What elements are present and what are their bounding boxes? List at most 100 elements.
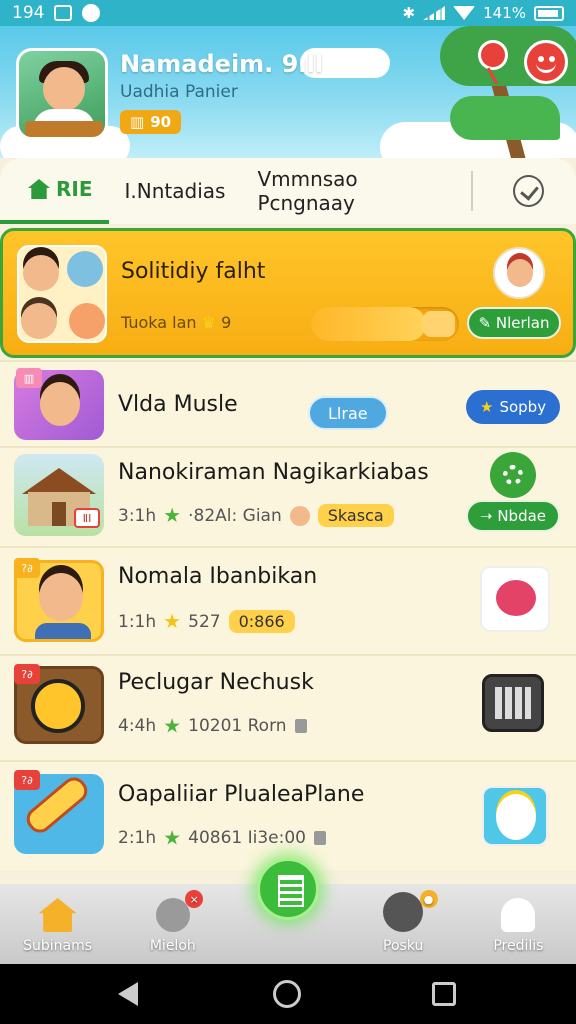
tab-label: I.Nntadias	[124, 179, 226, 203]
bluetooth-icon: ✱	[402, 4, 416, 22]
item-title: Nomala Ibanbikan	[118, 564, 318, 589]
item-title: Peclugar Nechusk	[118, 670, 314, 695]
speech-bubble-button[interactable]: ★ Sopby	[466, 390, 561, 424]
lock-icon	[294, 719, 307, 733]
tab-label: RIE	[56, 177, 93, 201]
tag-icon: ?∂	[14, 770, 40, 790]
nav-item-profile[interactable]: Predilis	[461, 884, 576, 964]
item-count: 10201 Rorn	[188, 716, 287, 736]
item-count: 527	[188, 611, 221, 632]
featured-action-button[interactable]: ✎ Nlerlan	[467, 307, 561, 339]
battery-percent: 141%	[483, 4, 526, 22]
character-avatar	[21, 303, 57, 339]
item-count: ·82Al: Gian	[188, 505, 282, 526]
featured-meta-count: 9	[221, 313, 232, 332]
gift-icon: ▥	[16, 368, 42, 388]
check-button[interactable]	[512, 175, 544, 207]
star-icon	[164, 507, 180, 523]
item-action-button[interactable]: ➝ Nbdae	[466, 500, 560, 532]
featured-meta: Tuoka lan ♛ 9	[121, 313, 231, 332]
home-icon	[28, 179, 50, 199]
star-icon	[164, 718, 180, 733]
character-avatar	[23, 255, 59, 291]
app-icon	[82, 4, 101, 22]
tab-divider	[470, 171, 473, 211]
profile-header: Namadeim. 9ıll Uadhia Panier ▥ 90	[0, 26, 576, 158]
item-meta: 1:1h 527 0:866	[118, 610, 295, 633]
smiley-button[interactable]	[524, 40, 568, 84]
item-time: 2:1h	[118, 828, 157, 848]
nav-item-messages[interactable]: × Mieloh	[115, 884, 230, 964]
center-list-button[interactable]	[257, 858, 319, 920]
character-avatar	[69, 303, 105, 339]
featured-card[interactable]: Solitidiy falht Tuoka lan ♛ 9 ✎ Nlerlan	[0, 228, 576, 358]
notification-badge: ×	[185, 890, 204, 908]
tab-second[interactable]: I.Nntadias	[109, 158, 242, 224]
tab-third[interactable]: Vmmnsao Pcngnaay	[241, 158, 471, 224]
status-time: 194	[12, 3, 45, 23]
item-meta: 2:1h 40861 Ii3e:00	[118, 828, 326, 848]
profile-avatar[interactable]	[16, 48, 108, 140]
item-title: Oapaliiar PlualeaPlane	[118, 782, 365, 807]
featured-action-label: Nlerlan	[495, 314, 550, 332]
arrow-icon: ➝	[479, 507, 498, 525]
nav-label: Predilis	[493, 938, 544, 954]
list-item[interactable]: ?∂ Nomala Ibanbikan 1:1h 527 0:866	[0, 546, 576, 654]
crown-icon: ♛	[201, 313, 216, 332]
status-bar: 194 ✱ 141%	[0, 0, 576, 26]
nav-item-home[interactable]: Subinams	[0, 884, 115, 964]
recents-icon[interactable]	[432, 982, 456, 1006]
pencil-icon: ✎	[478, 314, 496, 332]
item-meta: 3:1h ·82Al: Gian Skasca	[118, 504, 394, 527]
profile-name: Namadeim. 9ıll	[120, 50, 324, 78]
tag-icon: ?∂	[14, 664, 40, 684]
item-meta: 4:4h 10201 Rorn	[118, 716, 307, 736]
item-count: 40861 Ii3e:00	[188, 828, 306, 848]
notification-badge: ●	[419, 890, 438, 908]
star-icon: ★	[480, 398, 494, 416]
nav-label: Mieloh	[149, 938, 196, 954]
item-title: Nanokiraman Nagikarkiabas	[118, 460, 429, 485]
nav-item-discover[interactable]: ● Posku	[346, 884, 461, 964]
speech-bubble-label: Sopby	[499, 398, 547, 416]
tab-home[interactable]: RIE	[0, 158, 109, 224]
level-badge-value: 90	[150, 113, 172, 131]
compass-icon	[383, 892, 424, 932]
featured-title: Solitidiy falht	[121, 259, 266, 284]
notification-icon	[54, 5, 73, 21]
item-side-image	[480, 566, 550, 632]
tag-icon: ⅡⅠ	[74, 508, 100, 528]
featured-progress-fill	[311, 307, 427, 341]
list-item[interactable]: ⅡⅠ Nanokiraman Nagikarkiabas 3:1h ·82Al:…	[0, 446, 576, 546]
character-avatar	[67, 251, 103, 287]
item-pill-button[interactable]: Llrae	[308, 396, 388, 430]
item-action-label: Nbdae	[497, 507, 547, 525]
list-item[interactable]: ▥ Vlda Musle Llrae ★ Sopby	[0, 360, 576, 446]
item-pill-label: Llrae	[328, 403, 368, 423]
item-tag: 0:866	[228, 610, 295, 633]
featured-thumbnail	[17, 245, 107, 343]
item-time: 4:4h	[118, 716, 157, 736]
home-circle-icon[interactable]	[273, 980, 301, 1008]
chat-icon	[155, 898, 190, 932]
pin-icon[interactable]	[478, 40, 508, 70]
gear-icon[interactable]	[490, 452, 536, 498]
item-title: Vlda Musle	[118, 392, 238, 417]
list-item[interactable]: ?∂ Oapaliiar PlualeaPlane 2:1h 40861 Ii3…	[0, 760, 576, 870]
star-icon	[164, 613, 180, 629]
item-time: 1:1h	[118, 611, 157, 632]
list-item[interactable]: ?∂ Peclugar Nechusk 4:4h 10201 Rorn	[0, 654, 576, 760]
signal-icon	[423, 6, 446, 20]
user-icon	[501, 898, 536, 932]
lock-icon	[423, 311, 455, 337]
home-icon	[38, 898, 77, 932]
item-side-image	[482, 786, 548, 846]
nav-label: Subinams	[23, 938, 93, 954]
palm-leaves-icon	[450, 96, 560, 140]
tag-icon: ?∂	[14, 558, 40, 578]
back-icon[interactable]	[118, 982, 138, 1006]
tab-label: Vmmnsao Pcngnaay	[257, 167, 358, 215]
tab-bar: RIE I.Nntadias Vmmnsao Pcngnaay	[0, 158, 576, 224]
battery-icon	[534, 5, 564, 21]
gift-icon: ▥	[130, 113, 145, 131]
